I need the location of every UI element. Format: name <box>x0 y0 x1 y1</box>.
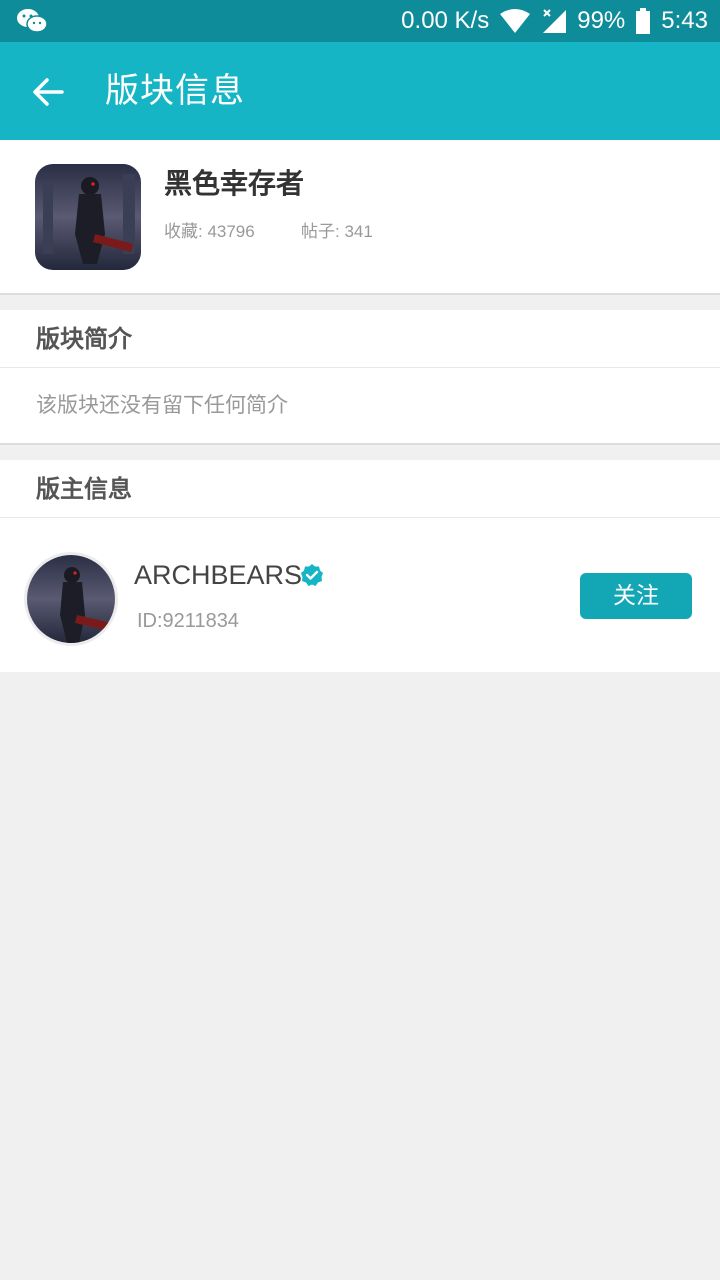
verified-badge-icon <box>301 564 323 586</box>
forum-name: 黑色幸存者 <box>164 167 305 200</box>
signal-icon <box>543 9 567 33</box>
wifi-icon <box>500 9 531 33</box>
battery-level: 99% <box>577 7 626 34</box>
follow-button[interactable]: 关注 <box>580 573 692 619</box>
battery-icon <box>636 8 651 34</box>
intro-heading: 版块简介 <box>0 310 720 368</box>
intro-section: 版块简介 该版块还没有留下任何简介 <box>0 310 720 445</box>
avatar[interactable] <box>24 552 118 646</box>
page-title: 版块信息 <box>105 71 245 111</box>
app-bar: 版块信息 <box>0 42 720 140</box>
moderator-id: ID:9211834 <box>137 610 239 632</box>
forum-icon-image <box>35 164 141 270</box>
clock: 5:43 <box>661 7 708 34</box>
posts-count: 帖子: 341 <box>301 222 373 241</box>
intro-text: 该版块还没有留下任何简介 <box>36 393 288 417</box>
favorites-count: 收藏: 43796 <box>164 222 255 241</box>
moderator-heading: 版主信息 <box>0 460 720 518</box>
net-speed: 0.00 K/s <box>401 7 490 34</box>
forum-card: 黑色幸存者 收藏: 43796 帖子: 341 <box>0 140 720 295</box>
status-bar: 0.00 K/s 99% 5:43 <box>0 0 720 42</box>
moderator-section: 版主信息 ARCHBEARS ID:9211834 关注 <box>0 460 720 672</box>
wechat-icon <box>17 9 48 33</box>
arrow-left-icon[interactable] <box>30 74 66 110</box>
moderator-name[interactable]: ARCHBEARS <box>134 557 302 593</box>
